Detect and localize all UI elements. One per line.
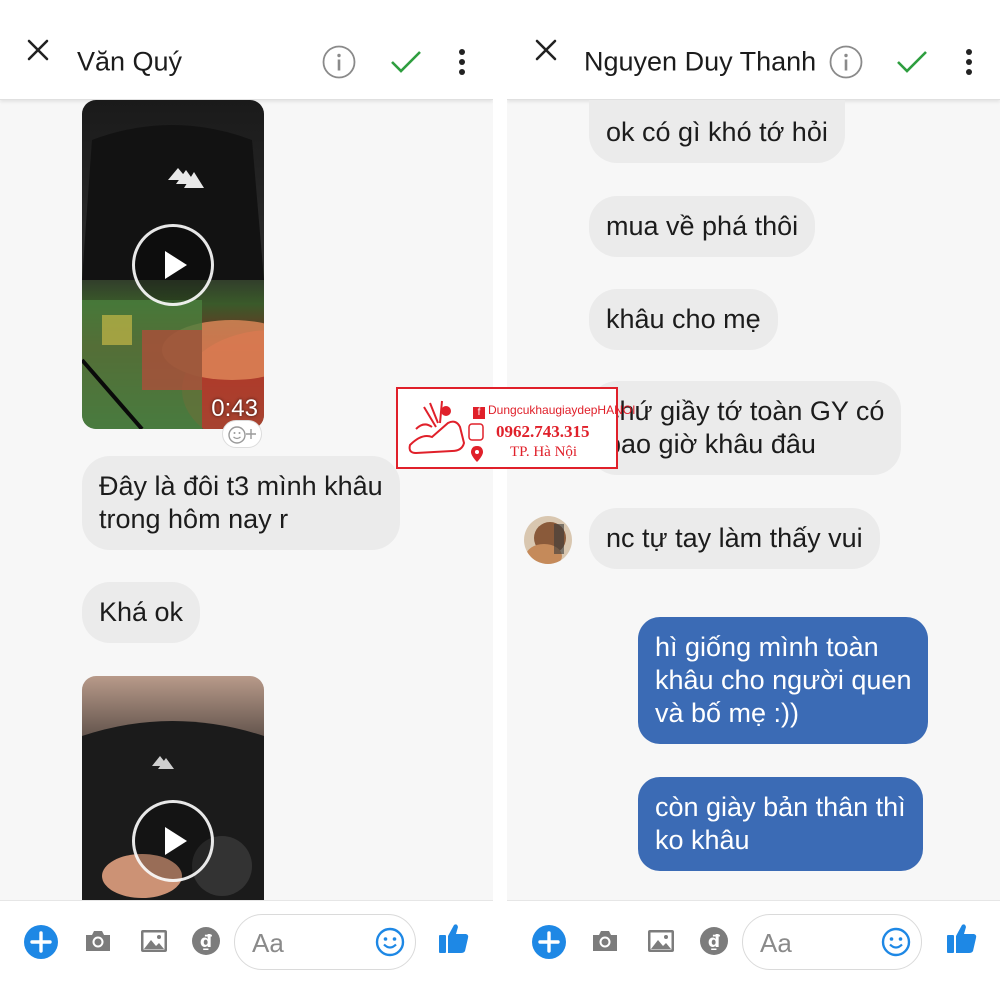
plus-icon [30,931,52,953]
message-bubble-incoming: mua về phá thôi [589,196,816,257]
facebook-icon: f [473,407,485,419]
chat-pane-left: Văn Quý 0:43 Đây là đôi t3 mình khâu tro… [0,0,493,1000]
message-input[interactable]: Aa [742,914,922,970]
avatar[interactable] [524,516,572,564]
message-bubble-outgoing: hì giống mình toàn khâu cho người quen v… [638,617,929,744]
chat-header: Nguyen Duy Thanh [507,0,1000,100]
more-vertical-icon[interactable] [458,49,466,75]
close-icon[interactable] [26,38,50,62]
shop-phone: 0962.743.315 [496,422,590,441]
svg-text:₫: ₫ [708,932,720,952]
avatar-photo [524,516,572,564]
plus-icon [538,931,560,953]
video-thumbnail[interactable] [82,676,264,900]
svg-text:₫: ₫ [200,932,212,952]
message-bubble-incoming: khâu cho mẹ [589,289,778,350]
facebook-page-name: DungcukhaugiaydepHANOI [488,403,636,417]
message-input[interactable]: Aa [234,914,416,970]
shop-watermark: f DungcukhaugiaydepHANOI 0962.743.315 TP.… [396,387,635,469]
message-bubble-incoming: ok có gì khó tớ hỏi [589,100,845,163]
contact-name: Nguyen Duy Thanh [584,46,817,77]
info-icon[interactable] [829,45,863,79]
message-input-placeholder: Aa [252,928,284,958]
plus-button[interactable] [532,925,566,959]
camera-icon[interactable] [82,925,114,957]
message-composer: ₫ Aa [507,900,1000,1000]
video-duration: 0:43 [211,395,258,422]
plus-button[interactable] [24,925,58,959]
pane-divider [493,0,507,1000]
facebook-page: f DungcukhaugiaydepHANOI [473,403,635,419]
image-icon[interactable] [645,925,677,957]
more-vertical-icon[interactable] [965,49,973,75]
thumbs-up-icon[interactable] [945,921,979,955]
play-button[interactable] [132,224,214,306]
play-icon [165,827,187,855]
check-icon[interactable] [896,49,928,75]
image-icon[interactable] [138,925,170,957]
thumbs-up-icon[interactable] [437,921,471,955]
add-reaction-button[interactable] [222,420,262,448]
message-composer: ₫ Aa [0,900,493,1000]
dong-payment-icon[interactable]: ₫ [190,925,222,957]
play-icon [165,251,187,279]
dong-payment-icon[interactable]: ₫ [698,925,730,957]
message-bubble-incoming: chứ giầy tớ toàn GY có bao giờ khâu đâu [589,381,902,475]
chat-pane-right: Nguyen Duy Thanh ok có gì khó tớ hỏi mua… [507,0,1000,1000]
message-bubble-outgoing: còn giày bản thân thì ko khâu [638,777,923,871]
shop-city: TP. Hà Nội [510,444,578,460]
camera-icon[interactable] [589,925,621,957]
emoji-icon[interactable] [375,927,405,957]
video-thumbnail[interactable]: 0:43 [82,100,264,429]
add-reaction-icon [228,426,256,444]
info-icon[interactable] [322,45,356,79]
message-bubble-incoming: nc tự tay làm thấy vui [589,508,880,569]
chat-header: Văn Quý [0,0,493,100]
contact-icons [468,423,484,462]
message-bubble-incoming: Khá ok [82,582,201,643]
play-button[interactable] [132,800,214,882]
emoji-icon[interactable] [881,927,911,957]
close-icon[interactable] [534,38,558,62]
message-bubble-incoming: Đây là đôi t3 mình khâu trong hôm nay r [82,456,400,550]
check-icon[interactable] [390,49,422,75]
message-input-placeholder: Aa [760,928,792,958]
contact-name: Văn Quý [77,46,183,77]
shoe-logo-icon [408,400,466,455]
